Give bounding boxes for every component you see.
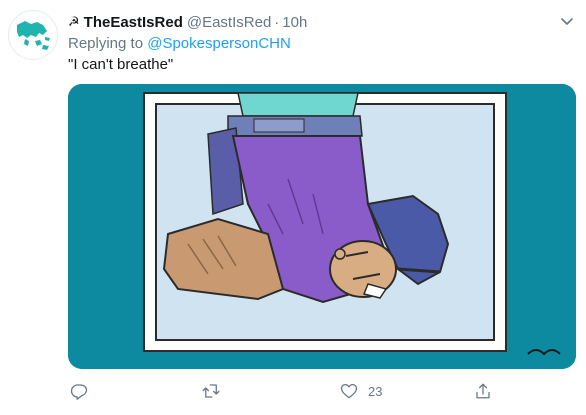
avatar[interactable] [8, 10, 58, 60]
tweet-media-image[interactable] [68, 84, 576, 369]
replying-to-label: Replying to [68, 35, 144, 52]
chevron-down-icon [561, 18, 573, 25]
tweet-text: "I can't breathe" [68, 56, 174, 73]
heart-icon [340, 383, 358, 399]
retweet-icon [202, 384, 220, 398]
display-name[interactable]: TheEastIsRed [84, 14, 183, 31]
timestamp[interactable]: 10h [282, 14, 307, 31]
like-count: 23 [368, 383, 383, 399]
retweet-button[interactable] [202, 378, 230, 404]
hammer-sickle-icon: ☭ [68, 14, 80, 29]
reply-button[interactable] [70, 378, 98, 404]
cartoon-illustration [68, 84, 576, 369]
tweet-header: ☭ TheEastIsRed @EastIsRed · 10h [68, 11, 576, 33]
share-icon [476, 383, 490, 399]
tweet-actions: 23 [68, 378, 538, 404]
reply-icon [70, 384, 88, 400]
replying-to: Replying to @SpokespersonCHN [68, 35, 291, 52]
share-button[interactable] [474, 378, 502, 404]
user-handle[interactable]: @EastIsRed [187, 14, 271, 31]
like-button[interactable]: 23 [340, 378, 382, 404]
replying-to-handle[interactable]: @SpokespersonCHN [147, 35, 291, 52]
tweet: ☭ TheEastIsRed @EastIsRed · 10h Replying… [0, 0, 586, 415]
separator: · [274, 13, 280, 31]
more-menu-button[interactable] [558, 12, 576, 30]
globe-map-icon [10, 12, 56, 58]
